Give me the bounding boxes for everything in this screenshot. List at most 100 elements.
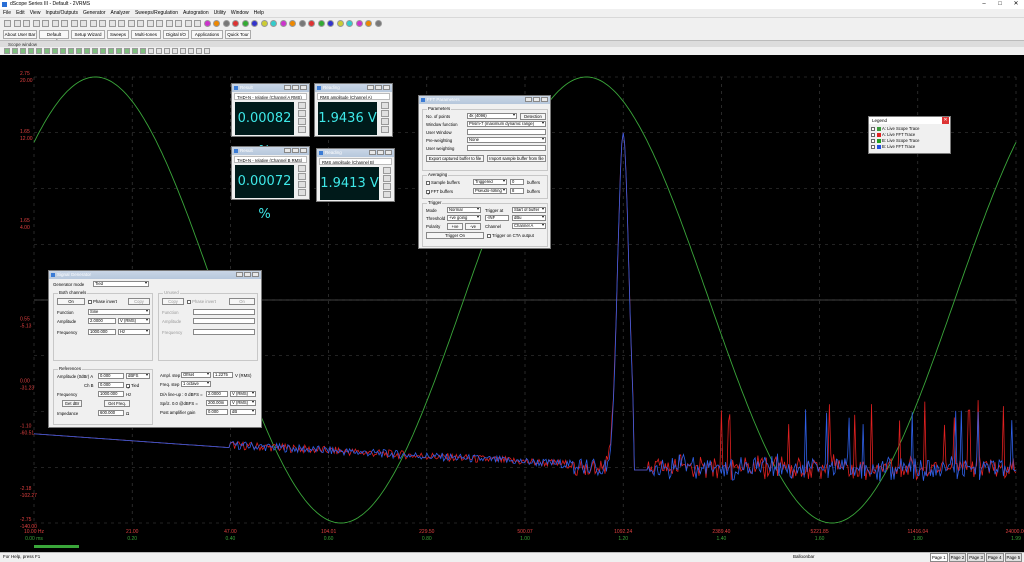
page-tab-2[interactable]: Page 2: [948, 553, 967, 562]
stop-icon[interactable]: [251, 20, 258, 27]
copy-icon[interactable]: [381, 126, 389, 133]
scope-tool-26-icon[interactable]: [204, 48, 210, 54]
sample-mode-select[interactable]: Triggered: [473, 179, 507, 185]
reading-window-thd-a[interactable]: Result THD+N - relative (Channel A RMS) …: [231, 83, 310, 159]
toolbar-digital-i-o-button[interactable]: Digital I/O: [163, 30, 189, 39]
ampl-step-select[interactable]: Offset: [181, 372, 211, 378]
graph-icon[interactable]: [381, 102, 389, 109]
scope-display[interactable]: 2.75 20.00 1.65 12.00 1.65 4.00 0.55 -5.13 0.00-…: [0, 55, 1024, 552]
graph-icon[interactable]: [298, 165, 306, 172]
menu-inputs-outputs[interactable]: Inputs/Outputs: [45, 10, 78, 16]
frequency-ref-input[interactable]: 1000.000: [98, 391, 124, 397]
regulation-icon[interactable]: [156, 20, 163, 27]
frequency-input[interactable]: [193, 329, 255, 335]
menu-edit[interactable]: Edit: [16, 10, 25, 16]
settings-icon[interactable]: [298, 173, 306, 180]
grid-icon[interactable]: [203, 20, 211, 27]
scope-tool-20-icon[interactable]: [156, 48, 162, 54]
scope-tool-14-icon[interactable]: [108, 48, 114, 54]
threshold-unit-select[interactable]: dBu: [512, 215, 546, 221]
amplitude-ref-unit[interactable]: dBFS: [126, 373, 150, 379]
close-icon[interactable]: [541, 97, 548, 102]
reading-label[interactable]: THD+N - relative (Channel A RMS): [234, 93, 307, 100]
print-icon[interactable]: [32, 20, 40, 27]
scope-tool-18-icon[interactable]: [140, 48, 146, 54]
legend-item[interactable]: A: Live Scope Trace: [871, 126, 919, 131]
scope-tool-24-icon[interactable]: [188, 48, 194, 54]
scope-tool-19-icon[interactable]: [148, 48, 154, 54]
legend-item[interactable]: A: Live FFT Trace: [871, 132, 915, 137]
close-icon[interactable]: ✕: [942, 117, 949, 124]
cut-icon[interactable]: [42, 20, 49, 27]
maximize-icon[interactable]: [244, 272, 251, 277]
preweighting-select[interactable]: None: [467, 137, 546, 143]
maximize-icon[interactable]: [533, 97, 540, 102]
legend-item[interactable]: B: Live FFT Trace: [871, 144, 915, 149]
limits-icon[interactable]: [298, 181, 306, 188]
maximize-icon[interactable]: [292, 85, 299, 90]
legend-checkbox[interactable]: [871, 144, 875, 149]
user-window-field[interactable]: [467, 129, 546, 135]
run-icon[interactable]: [270, 20, 277, 27]
maximize-icon[interactable]: [377, 150, 384, 155]
limits-icon[interactable]: [381, 118, 389, 125]
reading-window-rms-b[interactable]: Reading RMS amplitude (Channel B) 1.9413…: [316, 148, 395, 202]
channel-select[interactable]: Channel A: [512, 223, 546, 229]
user-weighting-field[interactable]: [467, 145, 546, 151]
toolbar-quick-tour-button[interactable]: Quick Tour: [225, 30, 251, 39]
menu-sweeps-regulation[interactable]: Sweeps/Regulation: [135, 10, 178, 16]
fft-icon[interactable]: [99, 20, 106, 27]
limits-icon[interactable]: [383, 183, 391, 190]
copy-button[interactable]: Copy: [128, 298, 150, 305]
phase-invert-checkbox[interactable]: [187, 299, 191, 304]
scope-tool-13-icon[interactable]: [100, 48, 106, 54]
digital-icon[interactable]: [317, 20, 325, 27]
new-icon[interactable]: [4, 20, 11, 27]
import-icon[interactable]: [365, 20, 372, 27]
legend-checkbox[interactable]: [871, 126, 875, 131]
minimize-icon[interactable]: [369, 150, 376, 155]
sample-buffers-row[interactable]: Sample buffers: [426, 180, 460, 185]
scope-tool-1-icon[interactable]: [4, 48, 10, 54]
minimize-icon[interactable]: [284, 148, 291, 153]
close-icon[interactable]: [383, 85, 390, 90]
pause-icon[interactable]: [260, 20, 268, 27]
da-lineup-input[interactable]: 2.0000: [206, 391, 228, 397]
legend-checkbox[interactable]: [871, 132, 875, 137]
scope-tool-2-icon[interactable]: [12, 48, 18, 54]
menu-utility[interactable]: Utility: [214, 10, 226, 16]
signal-generator-window[interactable]: Signal Generator Generator mode Tied Bot…: [48, 270, 262, 428]
export-icon[interactable]: [355, 20, 363, 27]
scope-tool-6-icon[interactable]: [44, 48, 50, 54]
scope-icon[interactable]: [89, 20, 97, 27]
amplitude-ref-input[interactable]: 0.000: [98, 373, 124, 379]
tied-checkbox[interactable]: ✓: [126, 383, 131, 390]
fft-buffer-count-input[interactable]: 8: [510, 188, 524, 194]
paste-icon[interactable]: [61, 20, 68, 27]
scope-tool-7-icon[interactable]: [52, 48, 58, 54]
tied-row[interactable]: ✓Tied: [126, 383, 139, 390]
scope-tool-4-icon[interactable]: [28, 48, 34, 54]
close-icon[interactable]: [300, 85, 307, 90]
disconnect-icon[interactable]: [308, 20, 315, 27]
frequency-unit-select[interactable]: Hz: [118, 329, 150, 335]
scope-tool-23-icon[interactable]: [180, 48, 186, 54]
refresh-icon[interactable]: [374, 20, 382, 27]
spdif-input[interactable]: 200.00m: [206, 400, 228, 406]
reading-label[interactable]: RMS amplitude (Channel A): [317, 93, 390, 100]
reading-window-thd-b[interactable]: Result THD+N - relative (Channel B RMS) …: [231, 146, 310, 222]
generator-on-button[interactable]: On: [57, 298, 85, 305]
function-select[interactable]: Sine: [88, 309, 150, 315]
settings-icon[interactable]: [381, 110, 389, 117]
phase-invert-row[interactable]: Phase invert: [88, 299, 117, 304]
analyzer-icon[interactable]: [127, 20, 135, 27]
ampl-step-input[interactable]: 1.2275: [213, 372, 233, 378]
undo-icon[interactable]: [70, 20, 78, 27]
copy-button[interactable]: Copy: [162, 298, 184, 305]
fft-buffer-mode-select[interactable]: Pseudo-rolling: [473, 188, 507, 194]
meter-icon[interactable]: [108, 20, 116, 27]
points-select[interactable]: 4k (4096): [467, 113, 517, 119]
legend-window[interactable]: Legend ✕ A: Live Scope Trace A: Live FFT T…: [868, 116, 951, 154]
graph-icon[interactable]: [383, 167, 391, 174]
scope-tool-3-icon[interactable]: [20, 48, 26, 54]
